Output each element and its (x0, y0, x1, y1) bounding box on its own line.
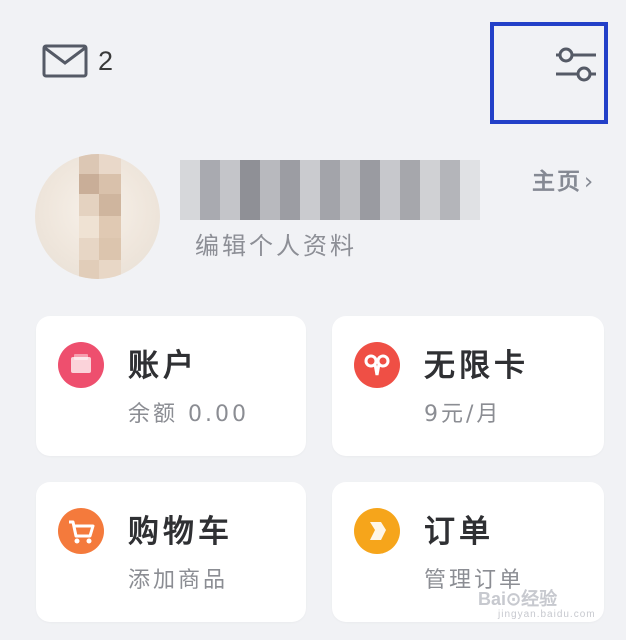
watermark-url: jingyan.baidu.com (498, 609, 596, 620)
top-bar: 2 (0, 0, 626, 140)
mail-count: 2 (98, 45, 114, 76)
unlimited-card[interactable]: 无限卡 9元/月 (332, 316, 604, 456)
cart-card[interactable]: 购物车 添加商品 (36, 482, 306, 622)
card-title: 账户 (128, 348, 198, 384)
card-subtitle: 添加商品 (128, 568, 229, 593)
message-button[interactable]: 2 (42, 44, 113, 78)
card-subtitle: 9元/月 (424, 402, 502, 427)
home-link[interactable]: 主页› (532, 162, 595, 196)
ribbon-icon (354, 342, 400, 388)
home-label: 主页 (532, 169, 582, 195)
card-subtitle: 余额 0.00 (128, 402, 249, 427)
watermark: Bai⊙经验 jingyan.baidu.com (478, 585, 596, 620)
mail-icon (42, 44, 88, 78)
profile-section: 编辑个人资料 主页› (0, 140, 626, 290)
wallet-icon (58, 342, 104, 388)
card-title: 购物车 (128, 514, 233, 550)
card-title: 无限卡 (424, 348, 529, 384)
order-icon (354, 508, 400, 554)
account-card[interactable]: 账户 余额 0.00 (36, 316, 306, 456)
settings-sliders-icon (556, 47, 596, 82)
watermark-brand: Bai⊙经验 (478, 589, 558, 609)
edit-profile-link[interactable]: 编辑个人资料 (195, 226, 357, 261)
avatar[interactable] (35, 154, 160, 279)
chevron-right-icon: › (584, 169, 596, 195)
settings-button[interactable] (490, 22, 608, 124)
card-title: 订单 (424, 514, 494, 550)
username-blurred[interactable] (180, 160, 480, 220)
cart-icon (58, 508, 104, 554)
